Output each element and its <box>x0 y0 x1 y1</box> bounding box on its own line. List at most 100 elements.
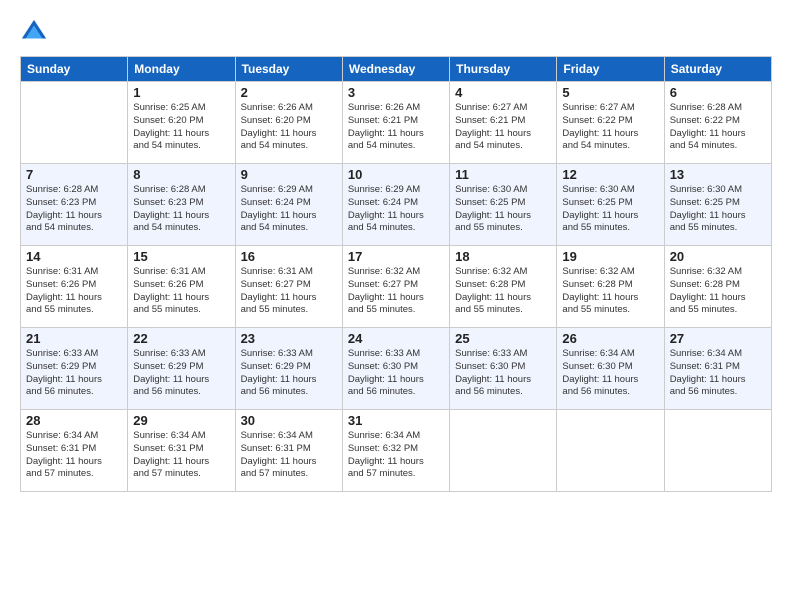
calendar-cell: 20 Sunrise: 6:32 AM Sunset: 6:28 PM Dayli… <box>664 246 771 328</box>
calendar-week-row: 28Sunrise: 6:34 AM Sunset: 6:31 PM Dayli… <box>21 410 772 492</box>
day-number: 8 <box>133 167 229 182</box>
calendar-cell: 9 Sunrise: 6:29 AM Sunset: 6:24 PM Daylig… <box>235 164 342 246</box>
calendar-cell: 19 Sunrise: 6:32 AM Sunset: 6:28 PM Dayli… <box>557 246 664 328</box>
calendar-cell: 31Sunrise: 6:34 AM Sunset: 6:32 PM Dayli… <box>342 410 449 492</box>
calendar-week-row: 7 Sunrise: 6:28 AM Sunset: 6:23 PM Daylig… <box>21 164 772 246</box>
calendar-header-wednesday: Wednesday <box>342 57 449 82</box>
day-number: 29 <box>133 413 229 428</box>
day-info: Sunrise: 6:27 AM Sunset: 6:22 PM Dayligh… <box>562 102 658 153</box>
calendar-cell: 24 Sunrise: 6:33 AM Sunset: 6:30 PM Dayli… <box>342 328 449 410</box>
logo <box>20 18 52 46</box>
day-number: 22 <box>133 331 229 346</box>
calendar-cell: 17 Sunrise: 6:32 AM Sunset: 6:27 PM Dayli… <box>342 246 449 328</box>
day-info: Sunrise: 6:32 AM Sunset: 6:28 PM Dayligh… <box>670 266 766 317</box>
day-info: Sunrise: 6:33 AM Sunset: 6:29 PM Dayligh… <box>133 348 229 399</box>
day-info: Sunrise: 6:31 AM Sunset: 6:27 PM Dayligh… <box>241 266 337 317</box>
page: SundayMondayTuesdayWednesdayThursdayFrid… <box>0 0 792 612</box>
logo-icon <box>20 18 48 46</box>
day-info: Sunrise: 6:32 AM Sunset: 6:28 PM Dayligh… <box>455 266 551 317</box>
day-number: 3 <box>348 85 444 100</box>
calendar-cell: 28Sunrise: 6:34 AM Sunset: 6:31 PM Dayli… <box>21 410 128 492</box>
day-number: 15 <box>133 249 229 264</box>
calendar-cell: 13Sunrise: 6:30 AM Sunset: 6:25 PM Dayli… <box>664 164 771 246</box>
header <box>20 18 772 46</box>
day-number: 25 <box>455 331 551 346</box>
day-number: 13 <box>670 167 766 182</box>
calendar-cell: 23 Sunrise: 6:33 AM Sunset: 6:29 PM Dayli… <box>235 328 342 410</box>
day-info: Sunrise: 6:34 AM Sunset: 6:31 PM Dayligh… <box>241 430 337 481</box>
day-info: Sunrise: 6:31 AM Sunset: 6:26 PM Dayligh… <box>133 266 229 317</box>
day-info: Sunrise: 6:34 AM Sunset: 6:31 PM Dayligh… <box>670 348 766 399</box>
calendar-header-tuesday: Tuesday <box>235 57 342 82</box>
day-number: 10 <box>348 167 444 182</box>
calendar-cell: 8 Sunrise: 6:28 AM Sunset: 6:23 PM Daylig… <box>128 164 235 246</box>
day-info: Sunrise: 6:33 AM Sunset: 6:29 PM Dayligh… <box>26 348 122 399</box>
calendar-week-row: 21Sunrise: 6:33 AM Sunset: 6:29 PM Dayli… <box>21 328 772 410</box>
calendar-cell: 5Sunrise: 6:27 AM Sunset: 6:22 PM Daylig… <box>557 82 664 164</box>
calendar-cell: 27Sunrise: 6:34 AM Sunset: 6:31 PM Dayli… <box>664 328 771 410</box>
calendar-cell: 2 Sunrise: 6:26 AM Sunset: 6:20 PM Daylig… <box>235 82 342 164</box>
calendar-cell <box>450 410 557 492</box>
day-info: Sunrise: 6:26 AM Sunset: 6:20 PM Dayligh… <box>241 102 337 153</box>
day-info: Sunrise: 6:34 AM Sunset: 6:31 PM Dayligh… <box>133 430 229 481</box>
calendar-cell: 1 Sunrise: 6:25 AM Sunset: 6:20 PM Daylig… <box>128 82 235 164</box>
day-number: 1 <box>133 85 229 100</box>
day-info: Sunrise: 6:28 AM Sunset: 6:23 PM Dayligh… <box>26 184 122 235</box>
day-number: 30 <box>241 413 337 428</box>
calendar-cell: 26 Sunrise: 6:34 AM Sunset: 6:30 PM Dayli… <box>557 328 664 410</box>
calendar-cell: 11Sunrise: 6:30 AM Sunset: 6:25 PM Dayli… <box>450 164 557 246</box>
day-info: Sunrise: 6:27 AM Sunset: 6:21 PM Dayligh… <box>455 102 551 153</box>
calendar-cell <box>557 410 664 492</box>
day-number: 19 <box>562 249 658 264</box>
day-info: Sunrise: 6:32 AM Sunset: 6:27 PM Dayligh… <box>348 266 444 317</box>
calendar-cell: 6 Sunrise: 6:28 AM Sunset: 6:22 PM Daylig… <box>664 82 771 164</box>
day-info: Sunrise: 6:29 AM Sunset: 6:24 PM Dayligh… <box>348 184 444 235</box>
day-number: 24 <box>348 331 444 346</box>
calendar-cell <box>664 410 771 492</box>
day-number: 7 <box>26 167 122 182</box>
calendar-cell: 4Sunrise: 6:27 AM Sunset: 6:21 PM Daylig… <box>450 82 557 164</box>
day-info: Sunrise: 6:30 AM Sunset: 6:25 PM Dayligh… <box>562 184 658 235</box>
calendar-cell <box>21 82 128 164</box>
calendar-cell: 29 Sunrise: 6:34 AM Sunset: 6:31 PM Dayli… <box>128 410 235 492</box>
calendar-cell: 12 Sunrise: 6:30 AM Sunset: 6:25 PM Dayli… <box>557 164 664 246</box>
calendar-cell: 25 Sunrise: 6:33 AM Sunset: 6:30 PM Dayli… <box>450 328 557 410</box>
day-info: Sunrise: 6:28 AM Sunset: 6:22 PM Dayligh… <box>670 102 766 153</box>
calendar-header-row: SundayMondayTuesdayWednesdayThursdayFrid… <box>21 57 772 82</box>
calendar-week-row: 14 Sunrise: 6:31 AM Sunset: 6:26 PM Dayli… <box>21 246 772 328</box>
calendar-header-thursday: Thursday <box>450 57 557 82</box>
day-info: Sunrise: 6:31 AM Sunset: 6:26 PM Dayligh… <box>26 266 122 317</box>
calendar-cell: 22 Sunrise: 6:33 AM Sunset: 6:29 PM Dayli… <box>128 328 235 410</box>
day-info: Sunrise: 6:34 AM Sunset: 6:31 PM Dayligh… <box>26 430 122 481</box>
day-info: Sunrise: 6:29 AM Sunset: 6:24 PM Dayligh… <box>241 184 337 235</box>
calendar-week-row: 1 Sunrise: 6:25 AM Sunset: 6:20 PM Daylig… <box>21 82 772 164</box>
day-number: 17 <box>348 249 444 264</box>
day-number: 23 <box>241 331 337 346</box>
day-info: Sunrise: 6:34 AM Sunset: 6:30 PM Dayligh… <box>562 348 658 399</box>
day-info: Sunrise: 6:34 AM Sunset: 6:32 PM Dayligh… <box>348 430 444 481</box>
day-info: Sunrise: 6:33 AM Sunset: 6:30 PM Dayligh… <box>348 348 444 399</box>
day-number: 18 <box>455 249 551 264</box>
calendar-header-sunday: Sunday <box>21 57 128 82</box>
day-number: 16 <box>241 249 337 264</box>
day-number: 14 <box>26 249 122 264</box>
calendar-cell: 3 Sunrise: 6:26 AM Sunset: 6:21 PM Daylig… <box>342 82 449 164</box>
calendar-header-monday: Monday <box>128 57 235 82</box>
day-info: Sunrise: 6:30 AM Sunset: 6:25 PM Dayligh… <box>455 184 551 235</box>
day-info: Sunrise: 6:25 AM Sunset: 6:20 PM Dayligh… <box>133 102 229 153</box>
day-number: 2 <box>241 85 337 100</box>
day-info: Sunrise: 6:33 AM Sunset: 6:29 PM Dayligh… <box>241 348 337 399</box>
day-info: Sunrise: 6:33 AM Sunset: 6:30 PM Dayligh… <box>455 348 551 399</box>
day-info: Sunrise: 6:28 AM Sunset: 6:23 PM Dayligh… <box>133 184 229 235</box>
day-info: Sunrise: 6:26 AM Sunset: 6:21 PM Dayligh… <box>348 102 444 153</box>
day-number: 12 <box>562 167 658 182</box>
calendar-cell: 10 Sunrise: 6:29 AM Sunset: 6:24 PM Dayli… <box>342 164 449 246</box>
day-number: 6 <box>670 85 766 100</box>
calendar-cell: 16 Sunrise: 6:31 AM Sunset: 6:27 PM Dayli… <box>235 246 342 328</box>
day-number: 9 <box>241 167 337 182</box>
calendar-header-friday: Friday <box>557 57 664 82</box>
day-number: 26 <box>562 331 658 346</box>
calendar-cell: 14 Sunrise: 6:31 AM Sunset: 6:26 PM Dayli… <box>21 246 128 328</box>
day-number: 20 <box>670 249 766 264</box>
day-info: Sunrise: 6:32 AM Sunset: 6:28 PM Dayligh… <box>562 266 658 317</box>
